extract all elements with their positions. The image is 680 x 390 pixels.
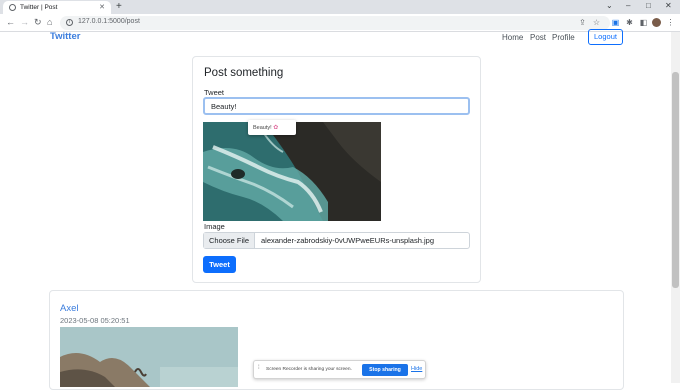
site-info-icon[interactable]: i bbox=[66, 19, 73, 26]
drag-handle-icon[interactable]: ⁞ bbox=[258, 365, 260, 371]
tweet-label: Tweet bbox=[204, 88, 225, 97]
share-icon[interactable]: ⇪ bbox=[578, 18, 587, 27]
hide-link[interactable]: Hide bbox=[411, 366, 422, 372]
nav-link-post[interactable]: Post bbox=[530, 33, 546, 42]
nav-link-profile[interactable]: Profile bbox=[552, 33, 575, 42]
address-bar: ← → ↻ ⌂ i 127.0.0.1:5000/post ⇪ ☆ ▣ ✱ ◧ … bbox=[0, 14, 680, 32]
nav-link-home[interactable]: Home bbox=[502, 33, 523, 42]
choose-file-button[interactable]: Choose File bbox=[204, 233, 255, 248]
post-author-link[interactable]: Axel bbox=[60, 303, 78, 314]
autocomplete-suggestion[interactable]: Beauty! ✿ bbox=[248, 120, 296, 135]
page-scrollbar[interactable] bbox=[671, 32, 680, 383]
post-form-title: Post something bbox=[204, 67, 284, 79]
minimize-icon[interactable]: – bbox=[626, 1, 630, 10]
forward-icon[interactable]: → bbox=[20, 17, 29, 27]
profile-avatar[interactable] bbox=[652, 18, 661, 27]
chevron-down-icon[interactable]: ⌄ bbox=[606, 1, 613, 10]
post-form-card: Post something Tweet Beauty! ✿ Image Cho… bbox=[192, 56, 481, 283]
selected-file-name: alexander-zabrodskiy-0vUWPweEURs-unsplas… bbox=[261, 236, 434, 245]
site-navbar: Twitter Home Post Profile Logout bbox=[0, 29, 670, 46]
image-label: Image bbox=[204, 222, 225, 231]
home-icon[interactable]: ⌂ bbox=[47, 17, 52, 27]
new-tab-icon[interactable]: + bbox=[116, 1, 122, 12]
star-icon[interactable]: ☆ bbox=[592, 18, 601, 27]
back-icon[interactable]: ← bbox=[6, 17, 15, 27]
browser-tabbar: Twitter | Post ✕ + ⌄ – □ ✕ bbox=[0, 0, 680, 14]
tweet-submit-button[interactable]: Tweet bbox=[203, 256, 236, 273]
tweet-input[interactable] bbox=[203, 97, 470, 115]
image-preview bbox=[203, 122, 381, 221]
url-text: 127.0.0.1:5000/post bbox=[78, 18, 140, 25]
extensions-icon[interactable]: ✱ bbox=[625, 18, 634, 27]
globe-icon bbox=[9, 4, 16, 11]
brand-logo[interactable]: Twitter bbox=[50, 31, 80, 42]
logout-button[interactable]: Logout bbox=[588, 29, 623, 45]
post-image bbox=[60, 327, 238, 387]
sidepanel-icon[interactable]: ◧ bbox=[639, 18, 648, 27]
scrollbar-thumb[interactable] bbox=[672, 72, 679, 288]
reload-icon[interactable]: ↻ bbox=[34, 17, 42, 28]
post-timestamp: 2023-05-08 05:20:51 bbox=[60, 316, 130, 325]
screen-share-message: Screen Recorder is sharing your screen. bbox=[266, 367, 352, 372]
stop-sharing-button[interactable]: Stop sharing bbox=[362, 364, 408, 376]
translate-icon[interactable]: ▣ bbox=[611, 18, 620, 27]
close-tab-icon[interactable]: ✕ bbox=[99, 3, 105, 11]
blossom-emoji-icon: ✿ bbox=[273, 125, 279, 131]
coast-aerial-photo bbox=[203, 122, 381, 221]
maximize-icon[interactable]: □ bbox=[646, 1, 651, 10]
screen-share-bar: ⁞ Screen Recorder is sharing your screen… bbox=[253, 360, 426, 379]
sea-rocks-photo bbox=[60, 327, 238, 387]
url-field[interactable]: i 127.0.0.1:5000/post ⇪ ☆ bbox=[60, 16, 610, 30]
close-window-icon[interactable]: ✕ bbox=[665, 1, 672, 10]
image-file-input[interactable]: Choose File alexander-zabrodskiy-0vUWPwe… bbox=[203, 232, 470, 249]
suggestion-text: Beauty! bbox=[253, 125, 272, 131]
browser-tab[interactable]: Twitter | Post ✕ bbox=[3, 1, 111, 14]
tab-title: Twitter | Post bbox=[20, 4, 58, 11]
menu-icon[interactable]: ⋮ bbox=[666, 18, 675, 27]
